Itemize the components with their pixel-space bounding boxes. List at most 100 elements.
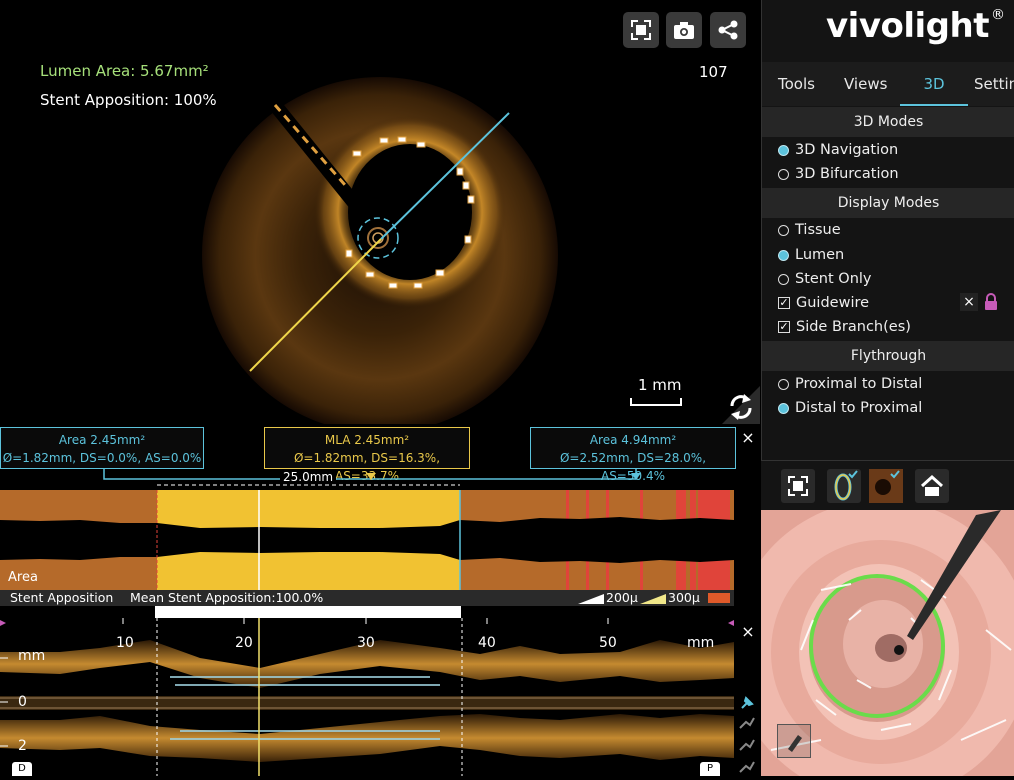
3d-home-button[interactable]	[915, 469, 949, 503]
area-graph[interactable]	[0, 490, 734, 590]
tab-3d[interactable]: 3D	[900, 62, 968, 106]
axis-tick-label: 20	[235, 635, 253, 651]
pin-icon	[741, 696, 754, 709]
rotate-icon	[722, 386, 760, 424]
guidewire-close-button[interactable]: ×	[960, 293, 978, 311]
option-stent-only[interactable]: Stent Only	[778, 268, 872, 290]
signal-button-2[interactable]	[738, 736, 756, 758]
proximal-marker[interactable]: P	[700, 762, 720, 776]
option-label: 3D Navigation	[795, 142, 899, 158]
section-3d-modes: 3D Modes	[762, 107, 1014, 137]
checkbox-checked-icon: ✓	[778, 320, 790, 333]
camera-icon	[674, 22, 694, 39]
axis-unit-label: mm	[687, 635, 715, 651]
lumen	[348, 144, 472, 280]
option-3d-navigation[interactable]: 3D Navigation	[778, 139, 898, 161]
tab-settings[interactable]: Settin	[974, 62, 1014, 106]
option-label: Lumen	[795, 247, 845, 263]
rotate-button[interactable]	[722, 386, 760, 424]
fullscreen-icon	[631, 20, 651, 40]
3d-toolbar	[761, 460, 1014, 511]
signal-button-3[interactable]	[738, 758, 756, 780]
length-connector	[103, 469, 641, 486]
option-label: Stent Only	[795, 271, 872, 287]
lock-icon	[985, 293, 997, 310]
section-flythrough: Flythrough	[762, 341, 1014, 371]
option-label: Proximal to Distal	[795, 376, 923, 392]
stent-apposition-readout: Stent Apposition: 100%	[40, 91, 217, 109]
signal-icon	[739, 717, 755, 729]
tab-tools[interactable]: Tools	[778, 62, 815, 106]
pen-tool-button[interactable]	[777, 724, 811, 758]
legend-200-label: 200μ	[606, 590, 638, 605]
screenshot-button[interactable]	[666, 12, 702, 48]
stent-length-label: 25.0mm	[280, 470, 337, 484]
axis-tick-label: 40	[478, 635, 496, 651]
3d-flythrough-view[interactable]	[761, 510, 1014, 776]
fullscreen-button[interactable]	[623, 12, 659, 48]
radio-selected-icon	[778, 144, 789, 156]
option-distal-to-proximal[interactable]: Distal to Proximal	[778, 397, 922, 419]
pin-button[interactable]	[738, 694, 756, 716]
legend-300-icon	[640, 594, 666, 604]
lumen-view-icon	[869, 469, 903, 503]
radio-icon	[778, 378, 789, 390]
bar-sidebar	[734, 590, 760, 618]
frame-number: 107	[699, 63, 728, 81]
option-tissue[interactable]: Tissue	[778, 219, 841, 241]
oct-cross-section-view[interactable]: Lumen Area: 5.67mm² Stent Apposition: 10…	[0, 0, 760, 424]
pen-icon	[788, 735, 802, 752]
signal-button[interactable]	[738, 714, 756, 736]
close-longitudinal-button[interactable]: ×	[738, 622, 758, 642]
axis-tick-label: 30	[357, 635, 375, 651]
radio-selected-icon	[778, 249, 789, 261]
vivolight-logo: vivolight ®	[826, 6, 1005, 46]
3d-fullscreen-button[interactable]	[781, 469, 815, 503]
option-3d-bifurcation[interactable]: 3D Bifurcation	[778, 163, 899, 185]
right-panel: vivolight ® Tools Views 3D Settin 3D Mode…	[761, 0, 1014, 510]
option-side-branches[interactable]: ✓ Side Branch(es)	[778, 316, 911, 338]
share-icon	[718, 20, 738, 40]
signal-icon	[739, 739, 755, 751]
radio-selected-icon	[778, 402, 789, 414]
radio-icon	[778, 168, 789, 180]
legend-malapposition-swatch	[708, 593, 730, 603]
share-button[interactable]	[710, 12, 746, 48]
area-graph-sidebar	[734, 490, 760, 590]
stent-apposition-label: Stent Apposition	[10, 590, 114, 605]
option-lumen[interactable]: Lumen	[778, 244, 844, 266]
checkbox-checked-icon: ✓	[778, 296, 790, 309]
fullscreen-icon	[788, 476, 808, 496]
y-axis-two-label: 2	[18, 738, 27, 754]
longitudinal-view[interactable]: 10 20 30 40 50 mm mm 0 2 D P	[0, 618, 734, 776]
option-proximal-to-distal[interactable]: Proximal to Distal	[778, 373, 922, 395]
trademark: ®	[990, 6, 1005, 23]
tab-views[interactable]: Views	[844, 62, 887, 106]
tab-bar: Tools Views 3D Settin	[762, 62, 1014, 106]
option-label: Side Branch(es)	[796, 319, 911, 335]
stent-apposition-track	[155, 606, 461, 618]
3d-lumen-view-button[interactable]	[869, 469, 903, 503]
ring-view-icon	[834, 470, 858, 501]
radio-icon	[778, 224, 789, 236]
home-icon	[920, 474, 944, 496]
legend-200-icon	[578, 594, 604, 604]
3d-ring-view-button[interactable]	[827, 469, 861, 503]
option-label: 3D Bifurcation	[795, 166, 899, 182]
lumen-area-readout: Lumen Area: 5.67mm²	[40, 62, 209, 80]
scale-label: 1 mm	[638, 376, 682, 394]
measurement-strip: Area 2.45mm² Ø=1.82mm, DS=0.0%, AS=0.0% …	[0, 424, 760, 490]
signal-icon	[739, 761, 755, 773]
close-measurement-button[interactable]: ×	[738, 428, 758, 448]
mean-stent-apposition: Mean Stent Apposition:100.0%	[130, 590, 324, 605]
legend-300-label: 300μ	[668, 590, 700, 605]
area-graph-label: Area	[8, 570, 38, 585]
guidewire-tip	[894, 645, 904, 655]
y-axis-zero-label: 0	[18, 694, 27, 710]
option-guidewire[interactable]: ✓ Guidewire	[778, 292, 869, 314]
lock-button[interactable]	[984, 293, 998, 315]
option-label: Guidewire	[796, 295, 870, 311]
stent-apposition-bar: Stent Apposition Mean Stent Apposition:1…	[0, 590, 734, 606]
distal-marker[interactable]: D	[12, 762, 32, 776]
axis-tick-label: 50	[599, 635, 617, 651]
